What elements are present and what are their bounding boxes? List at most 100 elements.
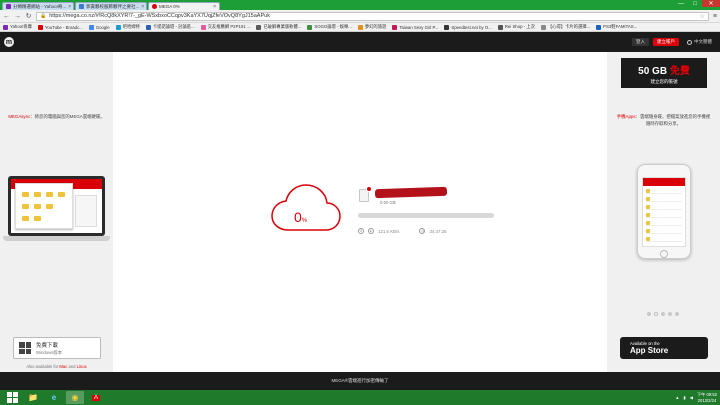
back-arrow-icon[interactable]: ← xyxy=(3,13,10,20)
taskbar-file-explorer[interactable]: 📁 xyxy=(24,391,42,404)
bookmark-item[interactable]: 已破解專業版軟體... xyxy=(256,24,301,30)
bookmark-item[interactable]: Yahoo!奇摩 xyxy=(3,24,32,30)
also-available-and: and xyxy=(68,364,76,369)
tab-close-icon[interactable]: × xyxy=(68,4,71,10)
left-side-panel: MEGAsync：將您的電腦與您的MEGA雲端硬碟。 免費下載 Windows版… xyxy=(0,52,113,372)
language-selector[interactable]: 中文簡體 xyxy=(683,38,716,46)
transfer-stats: ‖ ▸ 121.6 KB/s ◷ 34:47:25 xyxy=(358,228,447,234)
bookmark-favicon-icon xyxy=(3,24,8,30)
bookmark-label: 已破解專業版軟體... xyxy=(263,24,302,29)
browser-menu-icon[interactable]: ≡ xyxy=(713,13,717,20)
browser-tab-shop[interactable]: 郭貴夥校服飾夥伴之要社... × xyxy=(75,2,147,10)
bookmark-item[interactable]: 夢幻的旅遊 xyxy=(357,24,386,30)
tab-close-icon[interactable]: × xyxy=(213,4,216,10)
register-button[interactable]: 建立帳戶 xyxy=(653,38,679,46)
bookmark-label: 吧哈姆特 xyxy=(122,24,140,29)
tab-title: MEGA 0% xyxy=(159,4,180,9)
bookmark-favicon-icon xyxy=(145,24,151,30)
offer-free: 免費 xyxy=(669,66,690,77)
bookmark-favicon-icon xyxy=(357,24,363,30)
bookmark-item[interactable]: 吧哈姆特 xyxy=(115,24,140,30)
volume-icon[interactable]: ◀ xyxy=(690,395,693,400)
carousel-dot[interactable] xyxy=(675,312,679,316)
bookmark-item[interactable]: 【心得】卡片的選擇... xyxy=(540,24,590,30)
url-input[interactable]: 🔒 https://mega.co.nz/#!RcQ8kXYR!7-_gE-WS… xyxy=(36,11,709,21)
windows-logo-icon xyxy=(19,342,31,354)
linux-link[interactable]: Linux xyxy=(77,364,87,369)
megasync-text: ：將您的電腦與您的MEGA雲端硬碟。 xyxy=(30,114,105,119)
bookmark-label: YouTube - Broadc... xyxy=(44,24,83,30)
laptop-illustration xyxy=(8,176,105,236)
bookmark-favicon-icon xyxy=(256,24,262,30)
forward-arrow-icon[interactable]: → xyxy=(14,13,21,20)
system-clock[interactable]: 下午 08:52 2013/2/24 xyxy=(697,392,717,402)
clock-icon: ◷ xyxy=(419,228,426,234)
laptop-base xyxy=(3,236,110,241)
bookmark-item[interactable]: 卡提諾論壇 - 討論區... xyxy=(145,24,195,30)
taskbar-antivirus[interactable]: A xyxy=(87,391,105,404)
bookmark-label: Taiwan Sexy Girl P... xyxy=(399,24,439,30)
bookmark-item[interactable]: YouTube - Broadc... xyxy=(37,24,83,30)
bookmark-item[interactable]: 交友推薦網 P2P101 ... xyxy=(200,24,251,30)
speed-icon: ▸ xyxy=(368,228,374,234)
megasync-brand[interactable]: MEGAsync xyxy=(8,114,30,119)
phone-illustration xyxy=(637,164,691,259)
bookmark-favicon-icon xyxy=(540,24,546,30)
download-percent: 0% xyxy=(294,209,307,225)
site-favicon-icon xyxy=(79,4,84,9)
mega-favicon-icon xyxy=(152,4,157,9)
tab-close-icon[interactable]: × xyxy=(141,4,144,10)
clock-time: 下午 08:52 xyxy=(696,392,717,398)
app-store-button[interactable]: Available on the App Store xyxy=(620,337,708,359)
language-label: 中文簡體 xyxy=(694,39,712,44)
time-remaining: 34:47:25 xyxy=(429,228,447,234)
maximize-button[interactable]: □ xyxy=(688,0,702,7)
bookmark-label: 卡提諾論壇 - 討論區... xyxy=(152,24,195,29)
start-button[interactable] xyxy=(3,391,21,404)
bookmark-item[interactable]: Taiwan Sexy Girl P... xyxy=(392,24,439,30)
bookmark-item[interactable]: Google xyxy=(88,24,110,30)
free-storage-offer[interactable]: 50 GB 免費 建立您的帳號 xyxy=(621,58,707,88)
windows-download-button[interactable]: 免費下載 Windows版本 xyxy=(13,337,101,359)
taskbar-chrome[interactable]: ◉ xyxy=(66,391,84,404)
bookmark-item[interactable]: Speedtest.net by O... xyxy=(444,24,492,30)
file-icon xyxy=(359,186,372,202)
bookmark-star-icon[interactable]: ☆ xyxy=(700,13,705,20)
reload-icon[interactable]: ↻ xyxy=(25,12,32,20)
mobile-apps-promo: 手機Apps：雲端隨身碟，把檔案放進您的手機裡隨時存取和分享。 xyxy=(607,113,720,127)
bookmark-label: 交友推薦網 P2P101 ... xyxy=(207,24,251,29)
bookmark-item[interactable]: PS3鞋FAMITAS... xyxy=(596,24,637,30)
carousel-dot[interactable] xyxy=(668,312,672,316)
download-progress-bar xyxy=(358,213,494,218)
pause-icon[interactable]: ‖ xyxy=(358,228,364,234)
percent-sign: % xyxy=(301,218,308,224)
file-size: 0.00 GB xyxy=(380,200,396,205)
close-window-button[interactable]: ✕ xyxy=(702,0,720,7)
offer-subtitle: 建立您的帳號 xyxy=(650,79,678,84)
download-subtitle: Windows版本 xyxy=(36,349,63,355)
minimize-button[interactable]: — xyxy=(674,0,688,7)
download-title: 免費下載 xyxy=(36,342,59,349)
bookmark-favicon-icon xyxy=(37,24,43,30)
bookmark-favicon-icon xyxy=(200,24,206,30)
taskbar-internet-explorer[interactable]: e xyxy=(45,391,63,404)
bookmark-item[interactable]: Rei Shop - 上次 xyxy=(497,24,535,30)
globe-icon xyxy=(687,39,692,45)
bookmark-label: Speedtest.net by O... xyxy=(451,24,492,30)
carousel-dot[interactable] xyxy=(647,312,651,316)
system-tray: ▲ ▮ ◀ 下午 08:52 2013/2/24 xyxy=(675,392,717,402)
browser-tab-mega[interactable]: MEGA 0% × xyxy=(148,2,220,10)
carousel-dot[interactable] xyxy=(661,312,665,316)
network-icon[interactable]: ▮ xyxy=(683,395,685,400)
clock-date: 2013/2/24 xyxy=(697,397,717,403)
login-button[interactable]: 登入 xyxy=(632,38,649,46)
browser-tab-yahoo[interactable]: 分類精選網站 - Yahoo!奇... × xyxy=(2,2,74,10)
tray-up-arrow-icon[interactable]: ▲ xyxy=(675,395,679,400)
mega-logo[interactable]: m xyxy=(4,37,14,47)
right-side-panel: 50 GB 免費 建立您的帳號 手機Apps：雲端隨身碟，把檔案放進您的手機裡隨… xyxy=(607,52,720,372)
bookmark-item[interactable]: SOGO論壇 - 娛樂... xyxy=(307,24,352,30)
mobile-apps-brand[interactable]: 手機Apps xyxy=(617,114,636,119)
app-store-line2: App Store xyxy=(630,346,669,355)
carousel-dot[interactable] xyxy=(654,312,658,316)
mac-link[interactable]: Mac xyxy=(59,364,67,369)
